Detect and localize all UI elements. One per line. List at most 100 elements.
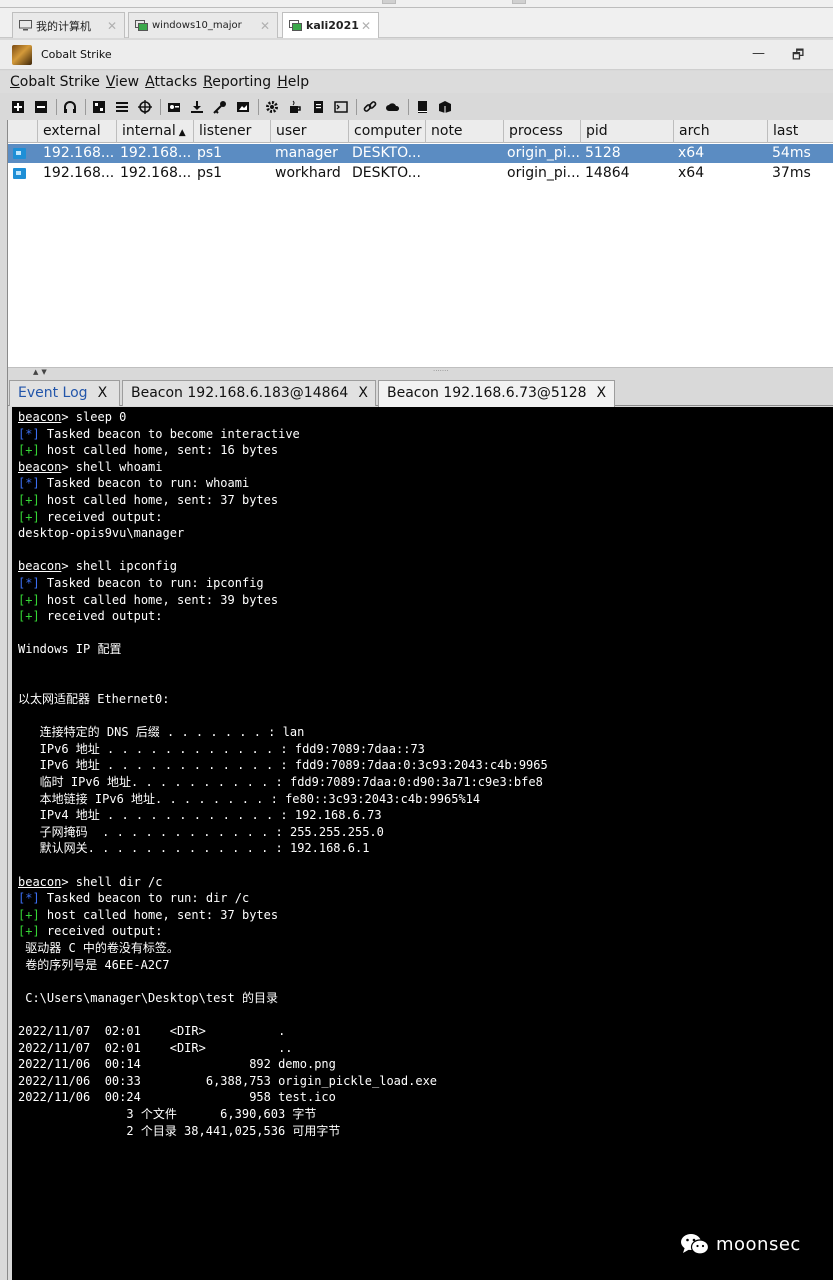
close-icon[interactable]: ✕ (260, 19, 270, 33)
tab-event-log[interactable]: Event Log X (9, 380, 120, 406)
title-bar: Cobalt Strike — 🗗 (0, 40, 833, 70)
split-pane-divider[interactable]: ▲▼ ······· (8, 367, 833, 376)
coffee-payload-icon[interactable] (287, 99, 303, 115)
console-text: > shell dir /c (61, 874, 163, 889)
column-header-last[interactable]: last (768, 120, 833, 143)
console-line: [+] host called home, sent: 39 bytes (18, 592, 827, 609)
status-ok-tag: [+] (18, 592, 40, 607)
console-text: > sleep 0 (61, 410, 127, 424)
close-icon[interactable]: ✕ (107, 19, 117, 33)
console-line: [*] Tasked beacon to run: dir /c (18, 890, 827, 907)
watermark-text: moonsec (716, 1233, 801, 1255)
column-header-icon[interactable] (8, 120, 38, 143)
status-ok-tag: [+] (18, 443, 40, 458)
headphones-listeners-icon[interactable] (62, 99, 78, 115)
target-table-icon[interactable] (137, 99, 153, 115)
minimize-button[interactable]: — (752, 46, 765, 61)
column-header-user[interactable]: user (271, 120, 349, 143)
tab-beacon-183[interactable]: Beacon 192.168.6.183@14864 X (122, 380, 376, 406)
close-tab-button[interactable]: X (98, 385, 108, 401)
column-header-listener[interactable]: listener (194, 120, 271, 143)
console-text: 2022/11/07 02:01 <DIR> .. (18, 1040, 293, 1055)
close-icon[interactable]: ✕ (361, 19, 371, 33)
cell-arch: x64 (678, 165, 705, 181)
close-tab-button[interactable]: X (358, 385, 368, 401)
vm-tab-my-computer[interactable]: 我的计算机 ✕ (12, 12, 125, 38)
vm-window: 我的计算机 ✕ windows10_major ✕ kali2021 ✕ Cob… (0, 0, 833, 1280)
console-text: 2022/11/06 00:24 958 test.ico (18, 1090, 336, 1105)
vm-tab-label: 我的计算机 (36, 19, 91, 33)
cell-user: workhard (275, 165, 341, 181)
status-ok-tag: [+] (18, 924, 40, 939)
collapse-arrows-icon[interactable]: ▲▼ (33, 368, 50, 376)
menu-help[interactable]: Help (277, 74, 309, 90)
new-connection-icon[interactable] (10, 99, 26, 115)
downloads-icon[interactable] (189, 99, 205, 115)
toolbar-handle-icon (512, 0, 526, 4)
beacon-console[interactable]: beacon> sleep 0 [*] Tasked beacon to beco… (12, 407, 833, 1280)
column-header-internal[interactable]: internal ▲ (117, 120, 194, 143)
disconnect-icon[interactable] (33, 99, 49, 115)
vm-tab-strip: 我的计算机 ✕ windows10_major ✕ kali2021 ✕ (0, 0, 833, 38)
close-tab-button[interactable]: X (597, 385, 607, 401)
column-header-process[interactable]: process (504, 120, 581, 143)
link-icon[interactable] (362, 99, 378, 115)
cell-pid: 14864 (585, 165, 630, 181)
console-line: 2 个目录 38,441,025,536 可用字节 (18, 1123, 827, 1140)
screenshots-icon[interactable] (235, 99, 251, 115)
column-header-computer[interactable]: computer (349, 120, 426, 143)
sort-ascending-icon: ▲ (178, 128, 186, 138)
table-row[interactable]: 192.168... 192.168... ps1 manager DESKTO… (8, 144, 833, 163)
tab-beacon-73[interactable]: Beacon 192.168.6.73@5128 X (378, 380, 615, 407)
restore-button[interactable]: 🗗 (792, 46, 804, 68)
console-line: [+] received output: (18, 923, 827, 940)
console-text: Windows IP 配置 (18, 642, 122, 657)
column-header-pid[interactable]: pid (581, 120, 674, 143)
console-icon[interactable] (333, 99, 349, 115)
console-line: [+] host called home, sent: 37 bytes (18, 492, 827, 509)
column-header-note[interactable]: note (426, 120, 504, 143)
cell-user: manager (275, 145, 338, 161)
cell-process: origin_pi... (507, 145, 580, 161)
column-header-external[interactable]: external (38, 120, 117, 143)
console-prompt: beacon (18, 559, 62, 574)
column-header-arch[interactable]: arch (674, 120, 768, 143)
console-line: beacon> shell ipconfig (18, 558, 827, 575)
package-icon[interactable] (437, 99, 453, 115)
console-line: beacon> sleep 0 (18, 409, 827, 426)
session-list-icon[interactable] (114, 99, 130, 115)
menu-reporting[interactable]: Reporting (203, 74, 271, 90)
console-line: 2022/11/06 00:33 6,388,753 origin_pickle… (18, 1073, 827, 1090)
console-line: 临时 IPv6 地址. . . . . . . . . . : fdd9:708… (18, 774, 827, 791)
console-text: 本地链接 IPv6 地址. . . . . . . . : fe80::3c93… (18, 791, 481, 806)
console-text: received output: (39, 609, 163, 624)
cloud-hosting-icon[interactable] (385, 99, 401, 115)
console-text: 3 个文件 6,390,603 字节 (18, 1106, 317, 1121)
vm-icon (135, 20, 148, 31)
menu-attacks[interactable]: Attacks (145, 74, 197, 90)
console-line: 2022/11/07 02:01 <DIR> .. (18, 1040, 827, 1057)
cell-arch: x64 (678, 145, 705, 161)
console-text: 临时 IPv6 地址. . . . . . . . . . : fdd9:708… (18, 775, 543, 790)
credentials-icon[interactable] (166, 99, 182, 115)
book-docs-icon[interactable] (414, 99, 430, 115)
status-info-tag: [*] (18, 476, 40, 491)
vm-tab-kali[interactable]: kali2021 ✕ (282, 12, 379, 38)
menu-view[interactable]: View (106, 74, 139, 90)
document-payload-icon[interactable] (310, 99, 326, 115)
console-line: [*] Tasked beacon to run: ipconfig (18, 575, 827, 592)
vm-tab-windows10[interactable]: windows10_major ✕ (128, 12, 278, 38)
settings-gear-icon[interactable] (264, 99, 280, 115)
menu-cobalt-strike[interactable]: Cobalt Strike (10, 74, 100, 90)
console-line: [*] Tasked beacon to run: whoami (18, 475, 827, 492)
console-text: 连接特定的 DNS 后缀 . . . . . . . : lan (18, 725, 305, 740)
toolbar-handle-icon (382, 0, 396, 4)
cell-external: 192.168... (43, 165, 115, 181)
windows-host-icon (13, 168, 26, 179)
splitter-grip-icon[interactable]: ······· (433, 367, 449, 375)
console-line: 默认网关. . . . . . . . . . . . . : 192.168.… (18, 840, 827, 857)
targets-graph-icon[interactable] (91, 99, 107, 115)
table-row[interactable]: 192.168... 192.168... ps1 workhard DESKT… (8, 164, 833, 183)
console-line: beacon> shell whoami (18, 459, 827, 476)
keystrokes-icon[interactable] (212, 99, 228, 115)
